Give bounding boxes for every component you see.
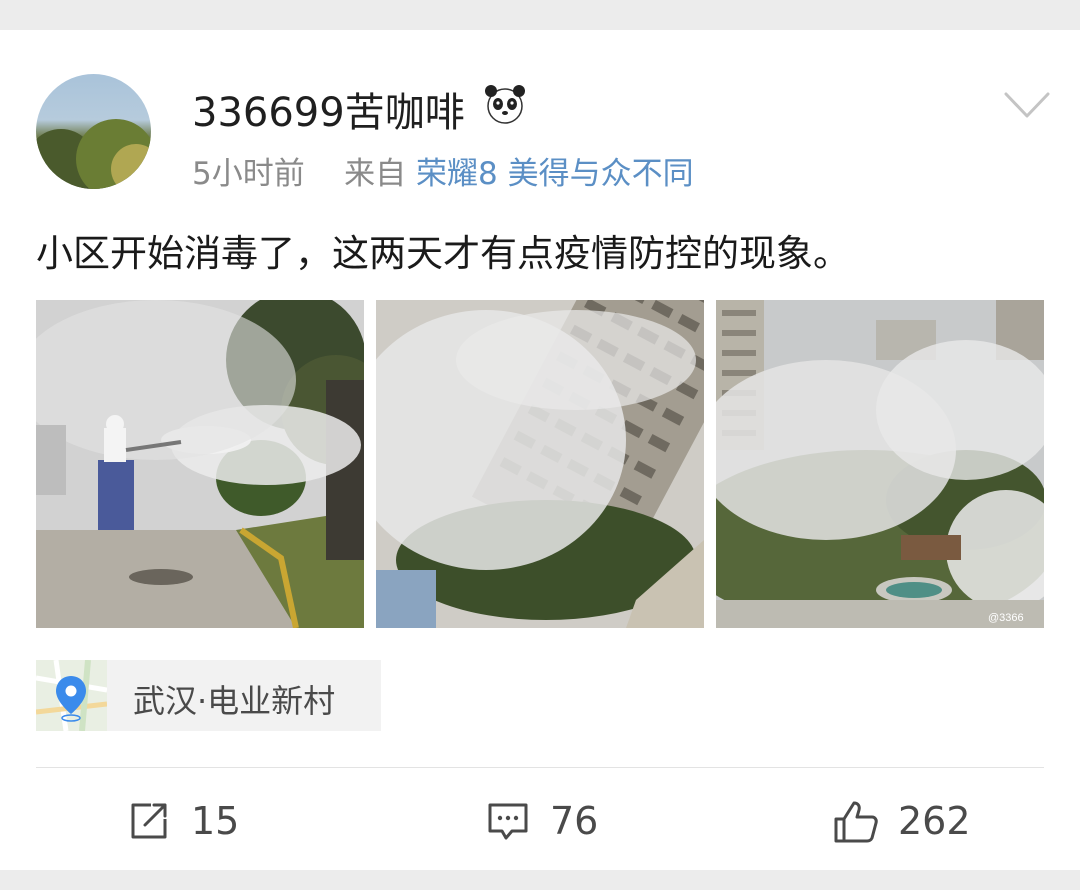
comment-icon <box>488 803 528 840</box>
weibo-post-card: 336699苦咖啡 5小时前 来自 荣耀8 美得与众不同 小区开始消毒了，这两天… <box>0 30 1080 870</box>
divider <box>36 767 1044 768</box>
share-icon <box>131 803 167 839</box>
map-thumbnail <box>36 660 107 731</box>
post-image-3[interactable]: @3366 <box>716 300 1044 628</box>
post-image-1[interactable] <box>36 300 364 628</box>
post-source[interactable]: 荣耀8 美得与众不同 <box>416 156 694 192</box>
panda-icon <box>485 85 525 124</box>
like-count: 262 <box>898 799 971 843</box>
post-meta: 5小时前 来自 荣耀8 美得与众不同 <box>192 148 694 193</box>
username[interactable]: 336699苦咖啡 <box>192 80 465 138</box>
repost-button[interactable]: 15 <box>127 795 267 850</box>
image-watermark: @3366 <box>988 612 1024 624</box>
post-image-2[interactable] <box>376 300 704 628</box>
chevron-down-icon[interactable] <box>1003 90 1051 120</box>
location-text: 武汉·电业新村 <box>133 682 336 720</box>
avatar[interactable] <box>36 74 151 189</box>
comment-button[interactable]: 76 <box>486 795 626 850</box>
comment-count: 76 <box>550 799 599 843</box>
post-time: 5小时前 <box>192 156 305 192</box>
location-tag[interactable]: 武汉·电业新村 <box>36 660 381 731</box>
post-text: 小区开始消毒了，这两天才有点疫情防控的现象。 <box>36 232 850 275</box>
like-button[interactable]: 262 <box>832 795 992 850</box>
thumbs-up-icon <box>834 801 878 843</box>
from-label: 来自 <box>344 156 407 192</box>
repost-count: 15 <box>191 799 240 843</box>
